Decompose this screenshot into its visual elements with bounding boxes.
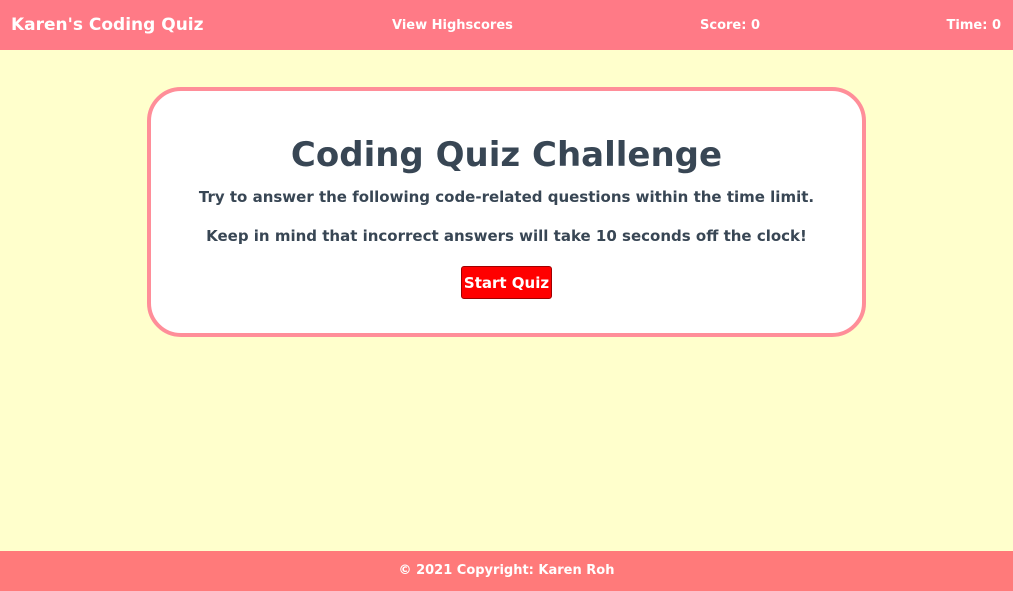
app-title: Karen's Coding Quiz (11, 15, 204, 35)
intro-text: Try to answer the following code-related… (198, 188, 815, 206)
penalty-warning-text: Keep in mind that incorrect answers will… (206, 227, 807, 245)
top-bar: Karen's Coding Quiz View Highscores Scor… (0, 0, 1013, 50)
page-title: Coding Quiz Challenge (290, 135, 723, 175)
copyright-text: © 2021 Copyright: Karen Roh (398, 563, 615, 578)
score-display: Score: 0 (700, 18, 760, 33)
start-quiz-button[interactable]: Start Quiz (461, 266, 552, 299)
view-highscores-link[interactable]: View Highscores (392, 17, 513, 35)
quiz-intro-card: Coding Quiz Challenge Try to answer the … (147, 87, 866, 337)
timer-display: Time: 0 (946, 18, 1001, 33)
footer: © 2021 Copyright: Karen Roh (0, 551, 1013, 591)
